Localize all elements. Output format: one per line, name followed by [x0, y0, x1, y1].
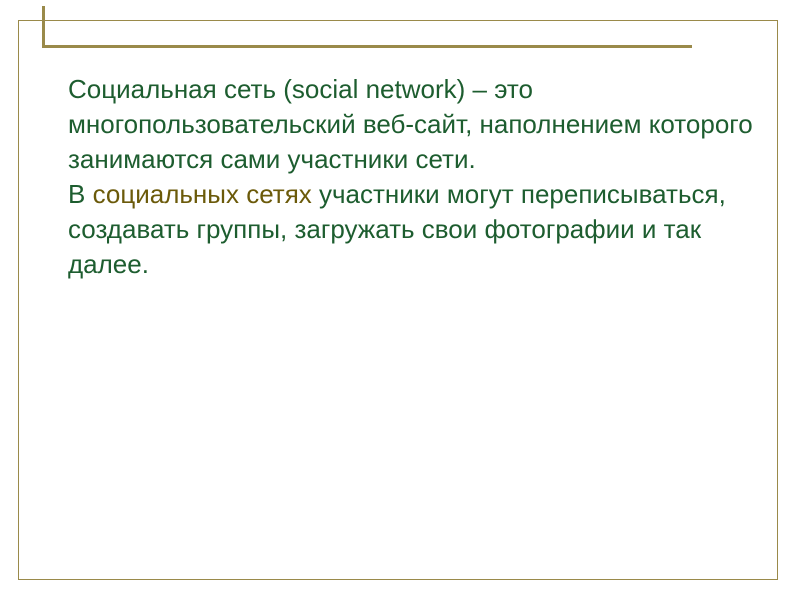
paragraph2-prefix: В: [68, 179, 93, 209]
slide-accent-frame: [42, 6, 692, 48]
paragraph2-highlight: социальных сетях: [93, 179, 312, 209]
slide-text: Социальная сеть (social network) – это м…: [68, 72, 760, 283]
definition-term: Социальная сеть (social network): [68, 74, 465, 104]
